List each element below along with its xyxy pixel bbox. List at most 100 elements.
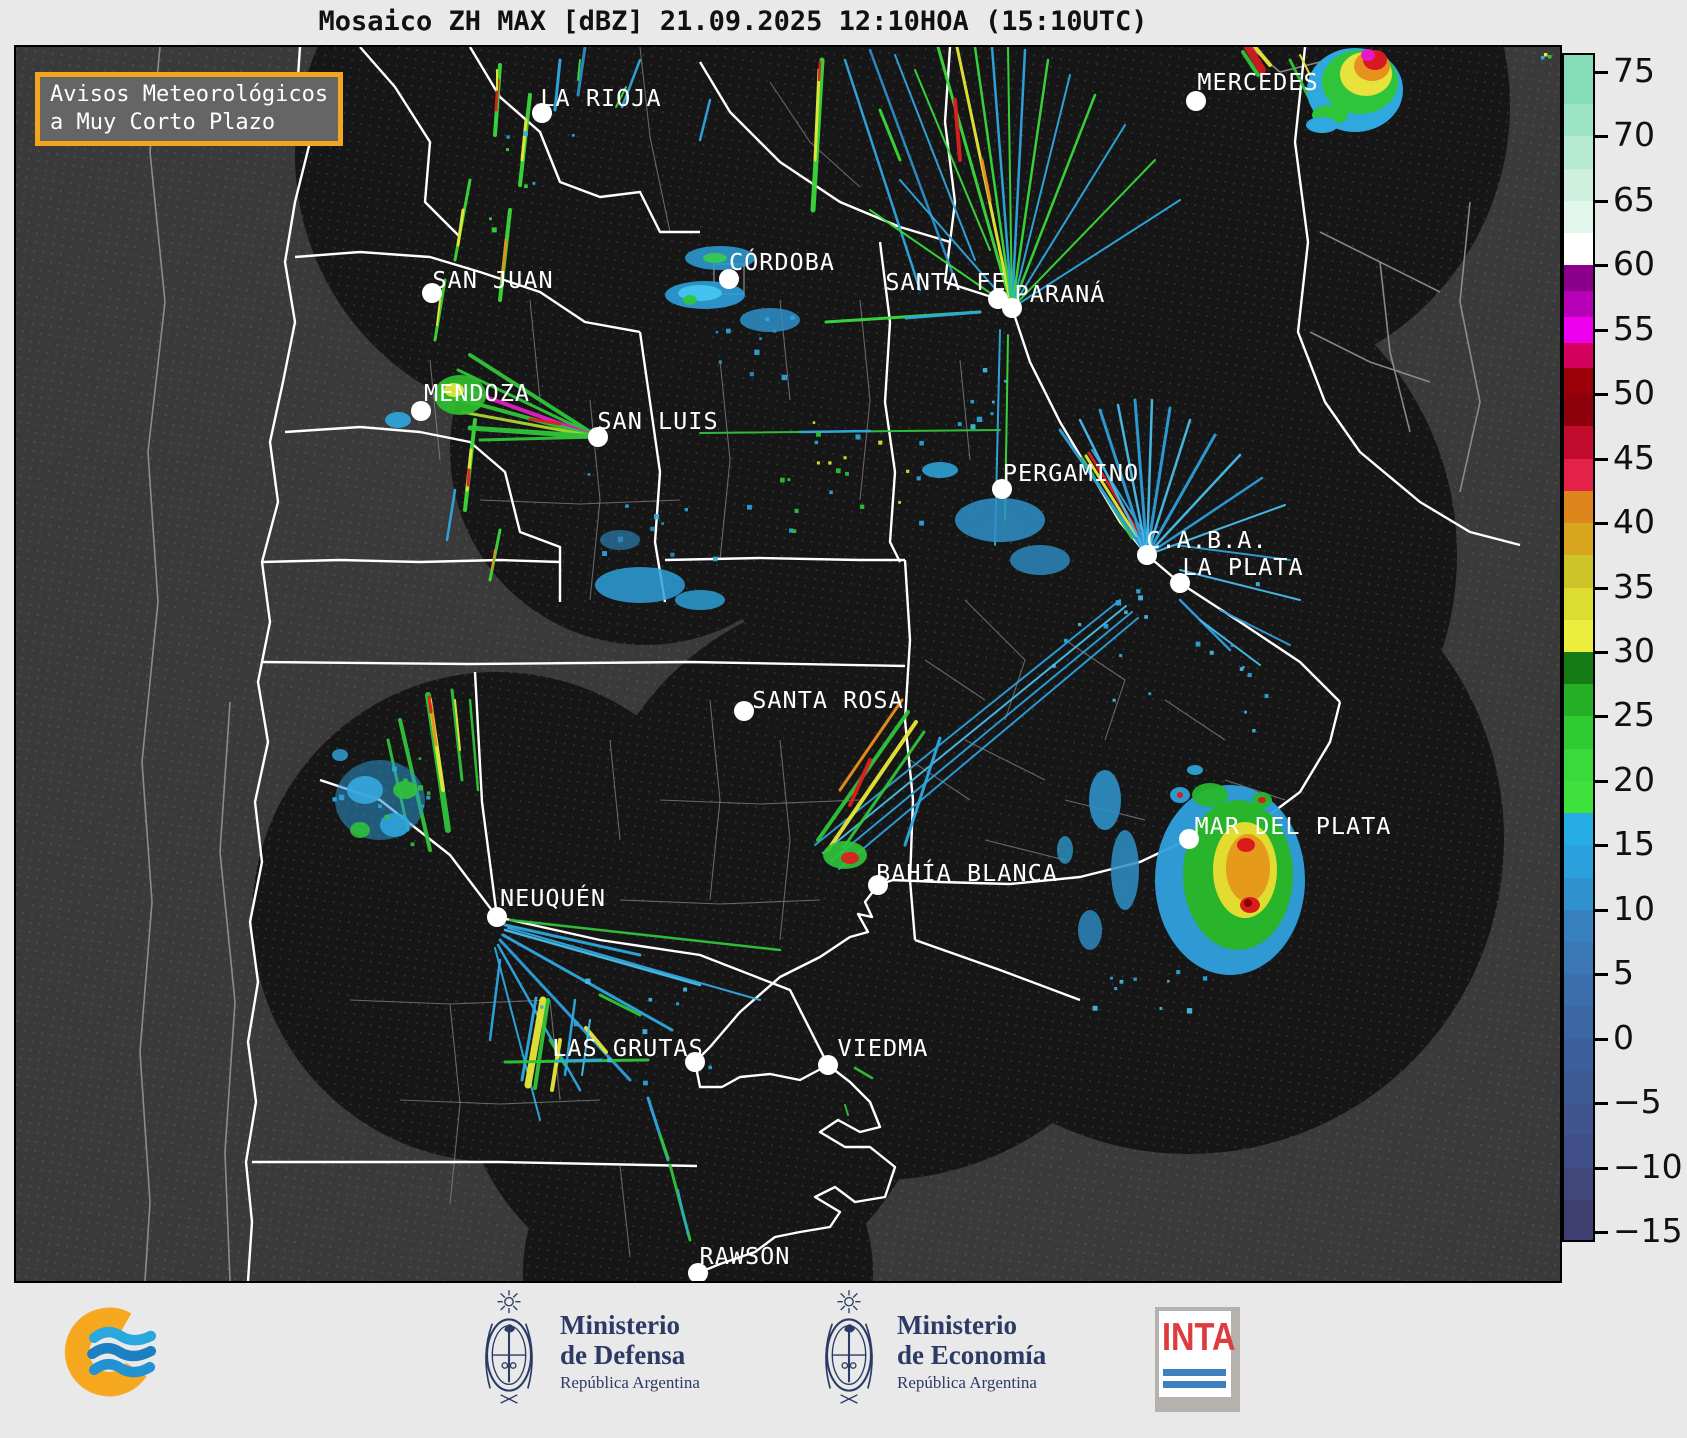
radar-echo-cell [1361, 49, 1375, 61]
radar-echo-speck [828, 461, 832, 465]
radar-echo-speck [1195, 641, 1201, 647]
radar-echo-speck [718, 360, 722, 364]
radar-echo-speck [976, 416, 983, 423]
colorbar-band [1564, 104, 1593, 137]
inta-logo-text: INTA [1162, 1315, 1236, 1359]
radar-echo-speck [378, 804, 382, 809]
radar-echo-speck [617, 536, 624, 542]
radar-echo-speck [816, 461, 820, 465]
radar-echo-speck [1176, 970, 1181, 975]
colorbar-tick [1595, 328, 1608, 332]
radar-echo-speck [523, 131, 528, 136]
colorbar-tick [1595, 1037, 1608, 1041]
radar-echo-cell [841, 852, 859, 864]
smn-logo-icon [64, 1307, 157, 1397]
colorbar-band [1564, 233, 1593, 266]
radar-echo-speck [654, 567, 658, 572]
radar-echo-cell [740, 308, 800, 332]
radar-map-canvas: LA RIOJA MERCEDES SAN JUAN CÓRDOBA SANTA FE P… [16, 0, 1560, 1438]
radar-echo-speck [772, 329, 777, 333]
colorbar-band [1564, 877, 1593, 910]
radar-echo-speck [991, 400, 995, 404]
footer: Servicio Meteorológico Nacional Argentin… [0, 1283, 1687, 1438]
city-label: CÓRDOBA [729, 248, 835, 276]
radar-echo-ray [798, 429, 872, 434]
city-dot [818, 1055, 838, 1075]
radar-echo-speck [670, 552, 675, 557]
radar-echo-speck [1167, 979, 1170, 983]
radar-echo-speck [421, 804, 425, 808]
colorbar-tick [1595, 973, 1608, 977]
radar-echo-speck [1110, 976, 1113, 980]
radar-echo-speck [781, 374, 788, 381]
radar-echo-speck [648, 997, 653, 1002]
radar-echo-ray [817, 60, 822, 82]
radar-echo-speck [906, 469, 910, 473]
radar-echo-speck [1264, 693, 1269, 698]
radar-echo-speck [1230, 643, 1234, 647]
radar-echo-speck [338, 794, 345, 801]
radar-echo-speck [1133, 977, 1137, 981]
colorbar-band [1564, 909, 1593, 942]
city-label: MERCEDES [1197, 68, 1318, 96]
colorbar-tick [1595, 199, 1608, 203]
city-dot [734, 701, 754, 721]
radar-echo-cell [350, 822, 370, 838]
colorbar-band [1564, 426, 1593, 459]
colorbar-band [1564, 813, 1593, 846]
colorbar-tick [1595, 651, 1608, 654]
radar-echo-cell [1192, 783, 1228, 807]
colorbar-band [1564, 136, 1593, 169]
city-label: SANTA FE [885, 268, 1006, 296]
radar-echo-cell [703, 253, 727, 263]
radar-echo-cell [955, 498, 1045, 542]
radar-echo-speck [332, 797, 337, 802]
colorbar-band [1564, 490, 1593, 524]
radar-echo-speck [990, 412, 994, 416]
radar-echo-cell [1237, 838, 1255, 852]
colorbar-tick-label: 45 [1613, 437, 1655, 477]
radar-echo-speck [540, 1005, 544, 1009]
colorbar-tick [1595, 586, 1608, 590]
radar-echo-speck [532, 181, 536, 185]
colorbar-tick-label: 0 [1613, 1017, 1634, 1057]
radar-echo-cell [675, 590, 725, 610]
radar-echo-speck [1112, 698, 1116, 702]
economia-line3: República Argentina [897, 1373, 1037, 1392]
radar-echo-speck [829, 490, 833, 495]
radar-echo-speck [417, 785, 424, 791]
radar-echo-speck [792, 529, 797, 534]
radar-echo-cell [683, 295, 697, 305]
colorbar-tick [1595, 1102, 1608, 1106]
city-label: NEUQUÉN [500, 884, 606, 912]
colorbar-tick [1595, 1231, 1608, 1234]
radar-echo-speck [643, 1080, 648, 1086]
colorbar-tick-label: 30 [1613, 631, 1655, 670]
radar-echo-speck [1077, 622, 1082, 627]
colorbar-band [1564, 780, 1593, 814]
radar-echo-speck [1144, 615, 1148, 619]
radar-echo-speck [843, 456, 847, 460]
radar-echo-speck [878, 440, 883, 445]
radar-mosaic-page: Mosaico ZH MAX [dBZ] 21.09.2025 12:10HOA… [0, 0, 1687, 1438]
defensa-coat-of-arms-icon [485, 1290, 533, 1404]
radar-echo-speck [1004, 379, 1007, 383]
radar-echo-speck [1209, 650, 1214, 655]
colorbar-band [1564, 555, 1593, 588]
colorbar-tick-label: 50 [1613, 373, 1655, 413]
radar-echo-speck [392, 766, 397, 772]
colorbar-tick-label: −10 [1613, 1146, 1683, 1186]
radar-echo-speck [835, 468, 841, 474]
radar-echo-speck [1202, 976, 1208, 981]
radar-echo-speck [919, 520, 924, 526]
city-label: SAN JUAN [432, 266, 553, 294]
colorbar-tick-label: 60 [1613, 244, 1655, 284]
radar-echo-speck [571, 133, 575, 137]
colorbar-band [1564, 291, 1593, 317]
radar-echo-cell [1057, 836, 1073, 864]
defensa-line1: Ministerio [560, 1310, 680, 1340]
radar-echo-cell [332, 749, 348, 761]
radar-echo-speck [426, 791, 431, 795]
city-label: RAWSON [700, 1242, 791, 1270]
alert-box: Avisos Meteorológicos a Muy Corto Plazo [35, 72, 344, 146]
